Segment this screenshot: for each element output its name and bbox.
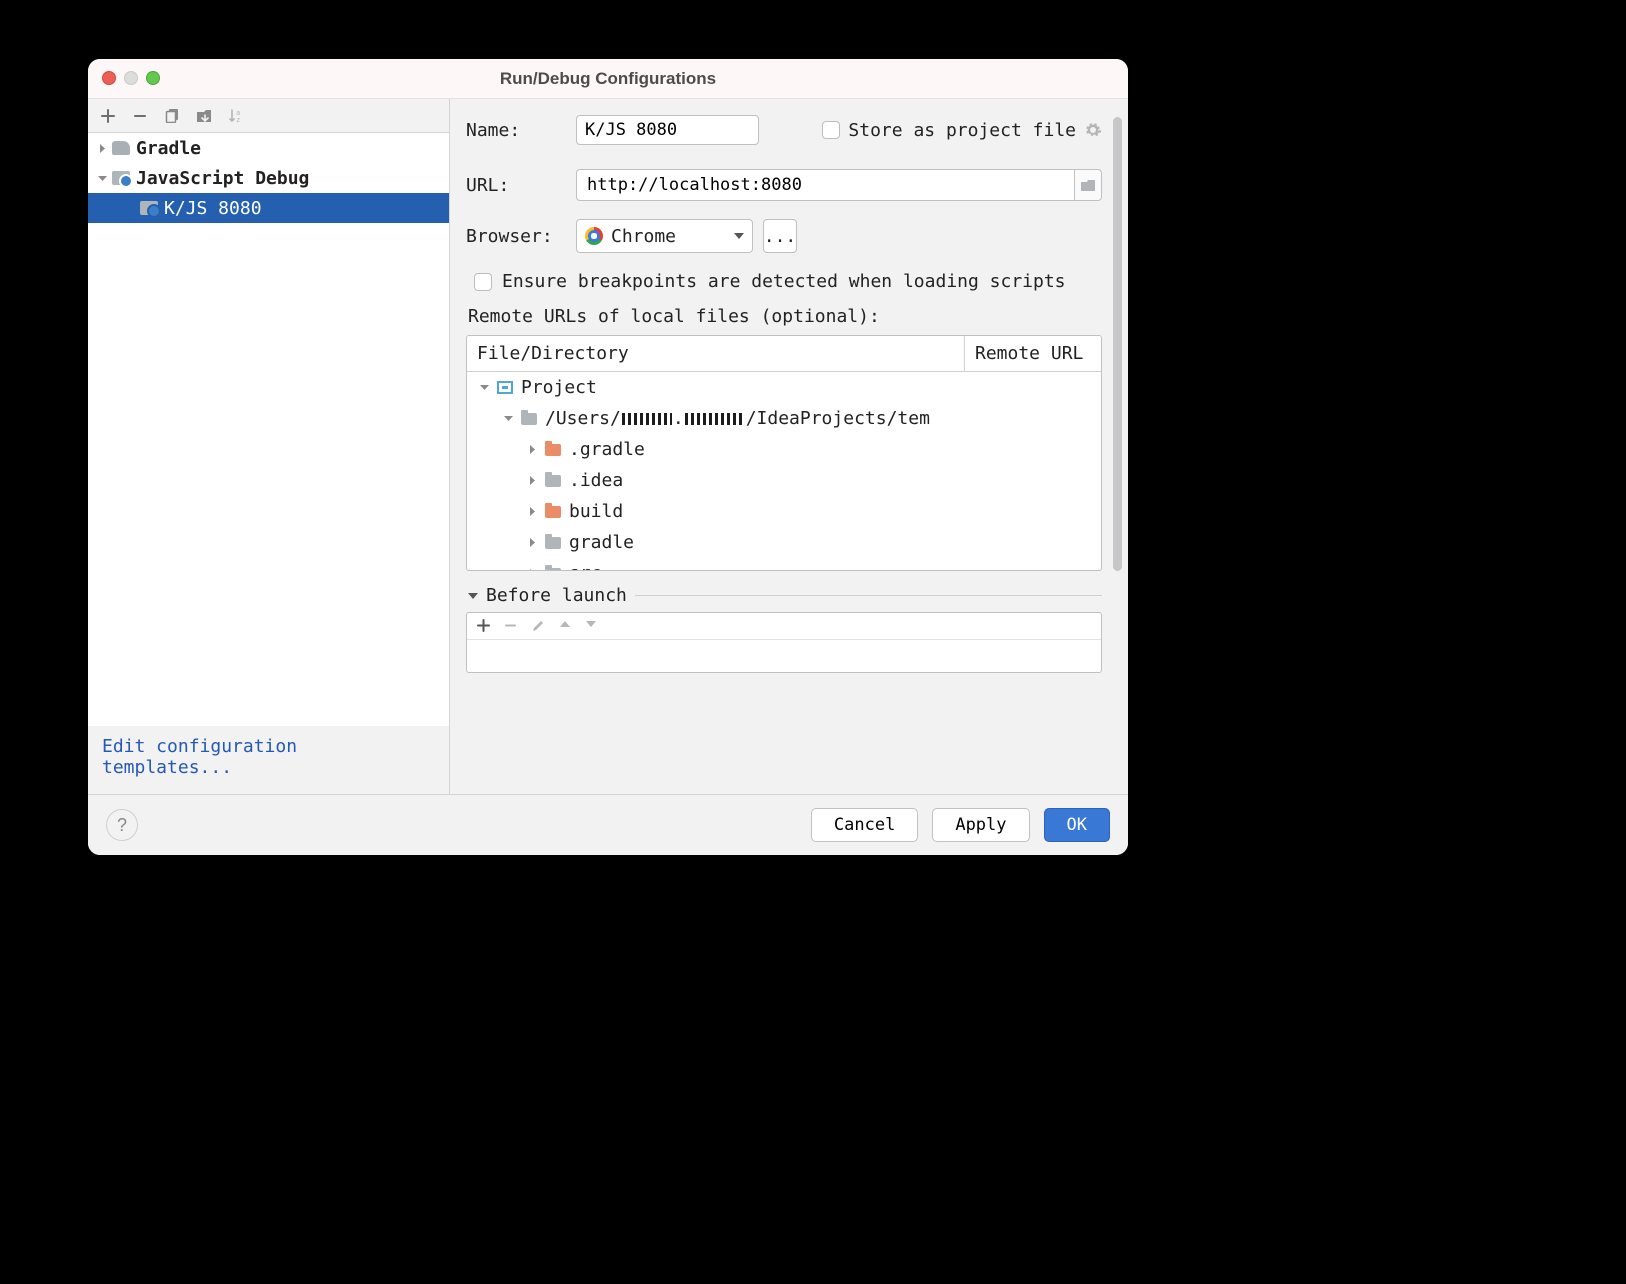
chevron-right-icon [525,507,539,516]
chevron-right-icon [525,445,539,454]
copy-config-button[interactable] [162,106,182,126]
tree-node-src[interactable]: src [467,558,1101,570]
help-button[interactable]: ? [106,809,138,841]
chevron-down-icon [501,414,515,423]
before-launch-panel [466,612,1102,673]
move-up-button[interactable] [559,619,571,633]
tree-node-label: src [569,563,602,570]
add-task-button[interactable] [477,619,490,633]
before-launch-toolbar [467,613,1101,640]
remove-task-button[interactable] [504,619,517,633]
move-down-button[interactable] [585,619,597,633]
ensure-breakpoints-label: Ensure breakpoints are detected when loa… [502,271,1066,292]
folder-icon [545,537,561,549]
folder-icon [545,568,561,571]
tree-node-label: build [569,501,623,522]
url-input[interactable] [576,169,1074,201]
tree-node-label: JavaScript Debug [136,168,309,189]
before-launch-label: Before launch [486,585,627,606]
svg-text:z: z [236,116,240,123]
tree-node-label: /Users/./IdeaProjects/tem [545,408,930,429]
tree-node-label: Project [521,377,597,398]
cancel-button[interactable]: Cancel [811,808,918,842]
tree-node-gradle[interactable]: .gradle [467,434,1101,465]
minimize-window-button[interactable] [124,71,138,85]
tree-node-build[interactable]: build [467,496,1101,527]
folder-icon [545,444,561,456]
zoom-window-button[interactable] [146,71,160,85]
url-label: URL: [466,175,576,196]
config-editor-pane: Name: Store as project file URL: [450,99,1128,794]
chevron-right-icon [525,538,539,547]
tree-node-label: .gradle [569,439,645,460]
remote-urls-table: File/Directory Remote URL Project /User [466,335,1102,571]
edit-templates-link[interactable]: Edit configuration templates... [88,726,449,794]
name-label: Name: [466,120,576,141]
folder-icon [545,475,561,487]
chevron-right-icon [525,569,539,570]
chevron-down-icon [468,593,478,599]
chevron-down-icon [477,383,491,392]
column-file-directory[interactable]: File/Directory [467,336,965,371]
tree-node-gradle2[interactable]: gradle [467,527,1101,558]
column-remote-url[interactable]: Remote URL [965,336,1101,371]
browser-select[interactable]: Chrome [576,219,753,253]
tree-node-gradle[interactable]: Gradle [88,133,449,163]
close-window-button[interactable] [102,71,116,85]
add-config-button[interactable] [98,106,118,126]
config-name-input[interactable] [576,115,759,145]
tree-node-idea[interactable]: .idea [467,465,1101,496]
store-as-project-file-checkbox[interactable] [822,121,840,139]
run-debug-configurations-dialog: Run/Debug Configurations az [88,59,1128,855]
sort-config-button[interactable]: az [226,106,246,126]
remote-urls-header: File/Directory Remote URL [467,336,1101,372]
chevron-right-icon [94,144,110,153]
divider [635,595,1102,596]
browser-select-value: Chrome [611,226,676,247]
folder-icon [545,506,561,518]
before-launch-header[interactable]: Before launch [468,585,1102,606]
sidebar-toolbar: az [88,99,449,133]
before-launch-list[interactable] [467,640,1101,672]
js-debug-icon [112,171,130,185]
tree-node-project[interactable]: Project [467,372,1101,403]
ok-button[interactable]: OK [1044,808,1110,842]
apply-button[interactable]: Apply [932,808,1029,842]
store-as-project-file-label: Store as project file [848,120,1076,141]
remove-config-button[interactable] [130,106,150,126]
tree-node-jsdebug[interactable]: JavaScript Debug [88,163,449,193]
dialog-footer: ? Cancel Apply OK [88,795,1128,855]
chevron-down-icon [734,233,744,239]
edit-task-button[interactable] [531,619,545,633]
remote-urls-label: Remote URLs of local files (optional): [468,306,1102,327]
browser-label: Browser: [466,226,576,247]
tree-node-label: gradle [569,532,634,553]
chevron-down-icon [94,174,110,183]
gradle-icon [112,141,130,155]
gear-icon[interactable] [1084,121,1102,139]
tree-node-label: Gradle [136,138,201,159]
folder-icon [521,413,537,425]
save-config-button[interactable] [194,106,214,126]
js-debug-icon [140,201,158,215]
tree-node-userpath[interactable]: /Users/./IdeaProjects/tem [467,403,1101,434]
scrollbar[interactable] [1113,115,1122,704]
tree-node-label: .idea [569,470,623,491]
browser-more-button[interactable]: ... [763,219,797,253]
window-title: Run/Debug Configurations [500,69,716,89]
ensure-breakpoints-checkbox[interactable] [474,273,492,291]
configurations-tree[interactable]: Gradle JavaScript Debug K/JS 8080 [88,133,449,726]
titlebar: Run/Debug Configurations [88,59,1128,99]
chevron-right-icon [525,476,539,485]
chrome-icon [585,227,603,245]
tree-node-kjs8080[interactable]: K/JS 8080 [88,193,449,223]
tree-node-label: K/JS 8080 [164,198,262,219]
url-browse-button[interactable] [1074,169,1102,201]
window-controls [102,71,160,85]
project-icon [497,381,513,394]
configurations-sidebar: az Gradle JavaScript Debug [88,99,450,794]
